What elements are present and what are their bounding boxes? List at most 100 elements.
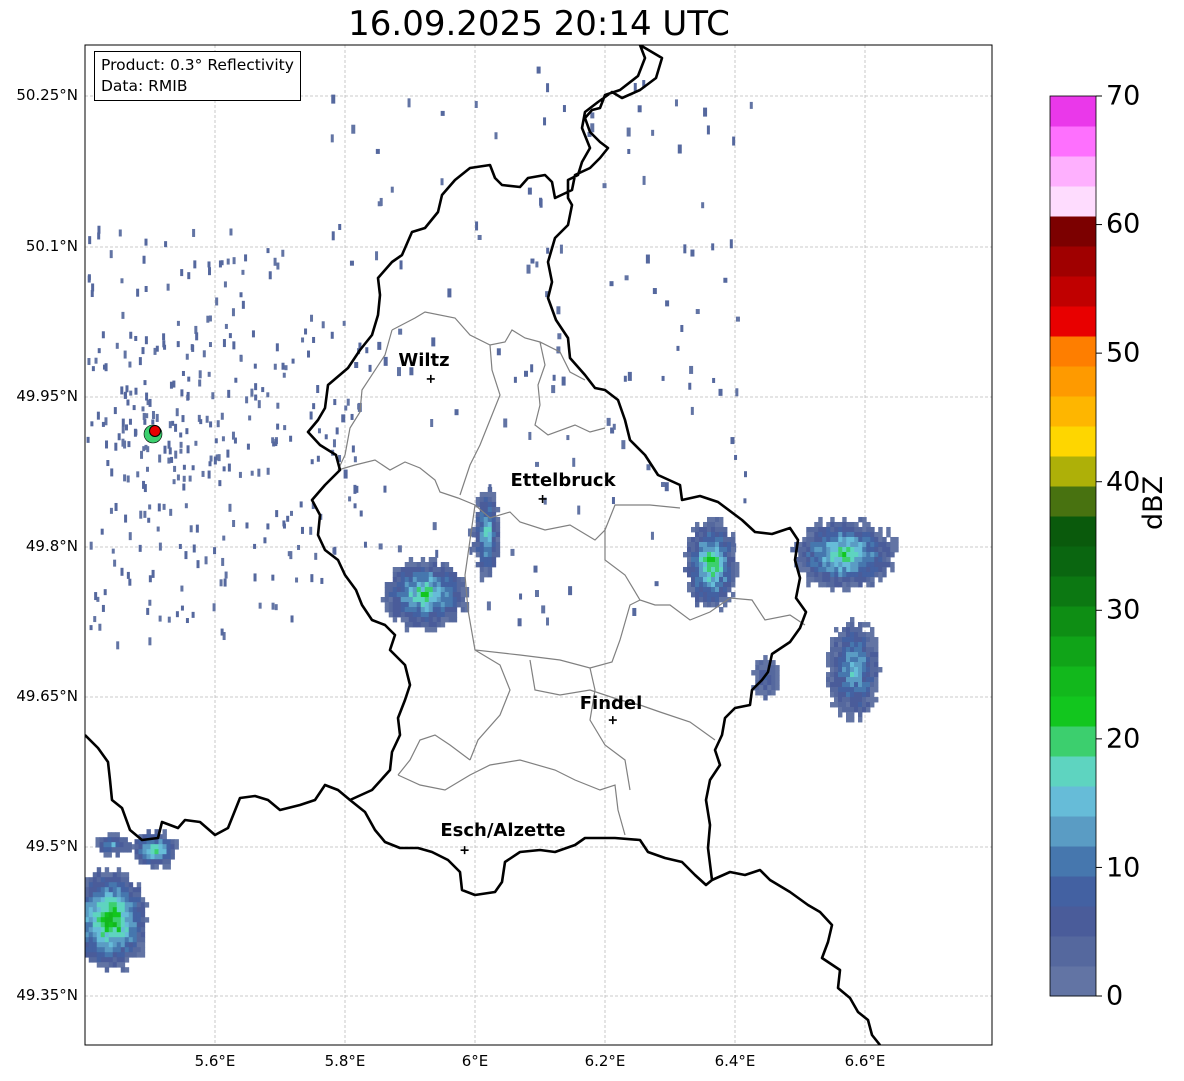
echo-pixel bbox=[140, 922, 146, 928]
echo-pixel bbox=[108, 897, 114, 903]
echo-pixel bbox=[428, 557, 434, 563]
echo-pixel bbox=[838, 576, 843, 583]
echo-pixel bbox=[830, 561, 835, 568]
echo-pixel bbox=[92, 877, 98, 883]
echo-pixel bbox=[771, 675, 776, 681]
echo-pixel bbox=[870, 647, 875, 653]
echo-pixel bbox=[846, 622, 851, 628]
echo-pixel bbox=[830, 586, 835, 593]
echo-pixel bbox=[116, 957, 122, 963]
echo-pixel bbox=[862, 642, 867, 648]
echo-pixel bbox=[771, 665, 776, 671]
echo-pixel bbox=[834, 561, 839, 568]
echo-pixel bbox=[707, 561, 712, 568]
clutter-speckle bbox=[440, 178, 444, 186]
echo-pixel bbox=[834, 571, 839, 578]
echo-pixel bbox=[731, 531, 736, 538]
echo-pixel bbox=[866, 697, 871, 703]
echo-pixel bbox=[870, 571, 875, 578]
echo-pixel bbox=[842, 682, 847, 688]
echo-pixel bbox=[862, 516, 867, 523]
echo-pixel bbox=[842, 657, 847, 663]
echo-pixel bbox=[846, 561, 851, 568]
echo-pixel bbox=[822, 526, 827, 533]
echo-pixel bbox=[166, 859, 171, 865]
echo-pixel bbox=[695, 571, 700, 578]
echo-pixel bbox=[452, 602, 458, 608]
clutter-speckle bbox=[503, 418, 508, 428]
echo-pixel bbox=[846, 551, 851, 558]
echo-pixel bbox=[806, 556, 811, 563]
clutter-speckle bbox=[289, 435, 293, 442]
echo-pixel bbox=[691, 591, 696, 598]
echo-pixel bbox=[412, 562, 418, 568]
echo-pixel bbox=[715, 526, 720, 533]
echo-pixel bbox=[838, 561, 843, 568]
clutter-speckle bbox=[173, 465, 177, 472]
echo-pixel bbox=[886, 561, 891, 568]
echo-pixel bbox=[404, 597, 410, 603]
echo-pixel bbox=[166, 839, 171, 845]
echo-pixel bbox=[142, 849, 147, 855]
clutter-speckle bbox=[534, 590, 539, 598]
clutter-speckle bbox=[642, 175, 646, 185]
echo-pixel bbox=[711, 581, 716, 588]
clutter-speckle bbox=[557, 333, 562, 340]
echo-pixel bbox=[77, 907, 81, 912]
echo-pixel bbox=[862, 556, 867, 563]
clutter-speckle bbox=[474, 100, 478, 108]
echo-pixel bbox=[683, 566, 688, 573]
colorbar-segment bbox=[1050, 666, 1096, 697]
echo-pixel bbox=[850, 667, 855, 673]
echo-pixel bbox=[119, 842, 124, 848]
echo-pixel bbox=[108, 912, 114, 918]
echo-pixel bbox=[703, 556, 708, 563]
clutter-speckle bbox=[121, 438, 125, 447]
echo-pixel bbox=[420, 617, 426, 623]
echo-pixel bbox=[822, 536, 827, 543]
echo-pixel bbox=[814, 546, 819, 553]
echo-pixel bbox=[104, 892, 110, 898]
clutter-speckle bbox=[350, 413, 354, 420]
echo-pixel bbox=[140, 917, 146, 923]
clutter-speckle bbox=[568, 586, 573, 596]
clutter-speckle bbox=[543, 117, 547, 126]
clutter-speckle bbox=[188, 475, 192, 482]
echo-pixel bbox=[491, 496, 497, 503]
echo-pixel bbox=[404, 617, 410, 623]
echo-pixel bbox=[870, 632, 875, 638]
echo-pixel bbox=[495, 516, 501, 523]
clutter-speckle bbox=[207, 261, 211, 268]
clutter-speckle bbox=[129, 331, 133, 339]
echo-pixel bbox=[115, 847, 120, 853]
echo-pixel bbox=[870, 692, 875, 698]
echo-pixel bbox=[127, 842, 132, 848]
echo-pixel bbox=[479, 521, 485, 528]
echo-pixel bbox=[400, 572, 406, 578]
echo-pixel bbox=[92, 947, 98, 953]
echo-pixel bbox=[830, 702, 835, 708]
echo-pixel bbox=[878, 667, 883, 673]
echo-pixel bbox=[120, 942, 126, 948]
echo-pixel bbox=[834, 531, 839, 538]
echo-pixel bbox=[396, 607, 402, 613]
clutter-speckle bbox=[664, 482, 669, 492]
echo-pixel bbox=[850, 541, 855, 548]
clutter-speckle bbox=[561, 376, 566, 386]
echo-pixel bbox=[108, 932, 114, 938]
clutter-speckle bbox=[148, 398, 152, 407]
echo-pixel bbox=[95, 842, 100, 848]
echo-pixel bbox=[115, 832, 120, 838]
echo-pixel bbox=[691, 571, 696, 578]
clutter-speckle bbox=[191, 611, 195, 618]
echo-pixel bbox=[711, 521, 716, 528]
echo-pixel bbox=[436, 607, 442, 613]
echo-pixel bbox=[806, 541, 811, 548]
echo-pixel bbox=[854, 677, 859, 683]
clutter-speckle bbox=[398, 328, 403, 335]
echo-pixel bbox=[802, 541, 807, 548]
echo-pixel bbox=[92, 922, 98, 928]
echo-pixel bbox=[416, 572, 422, 578]
echo-pixel bbox=[687, 561, 692, 568]
echo-pixel bbox=[862, 692, 867, 698]
